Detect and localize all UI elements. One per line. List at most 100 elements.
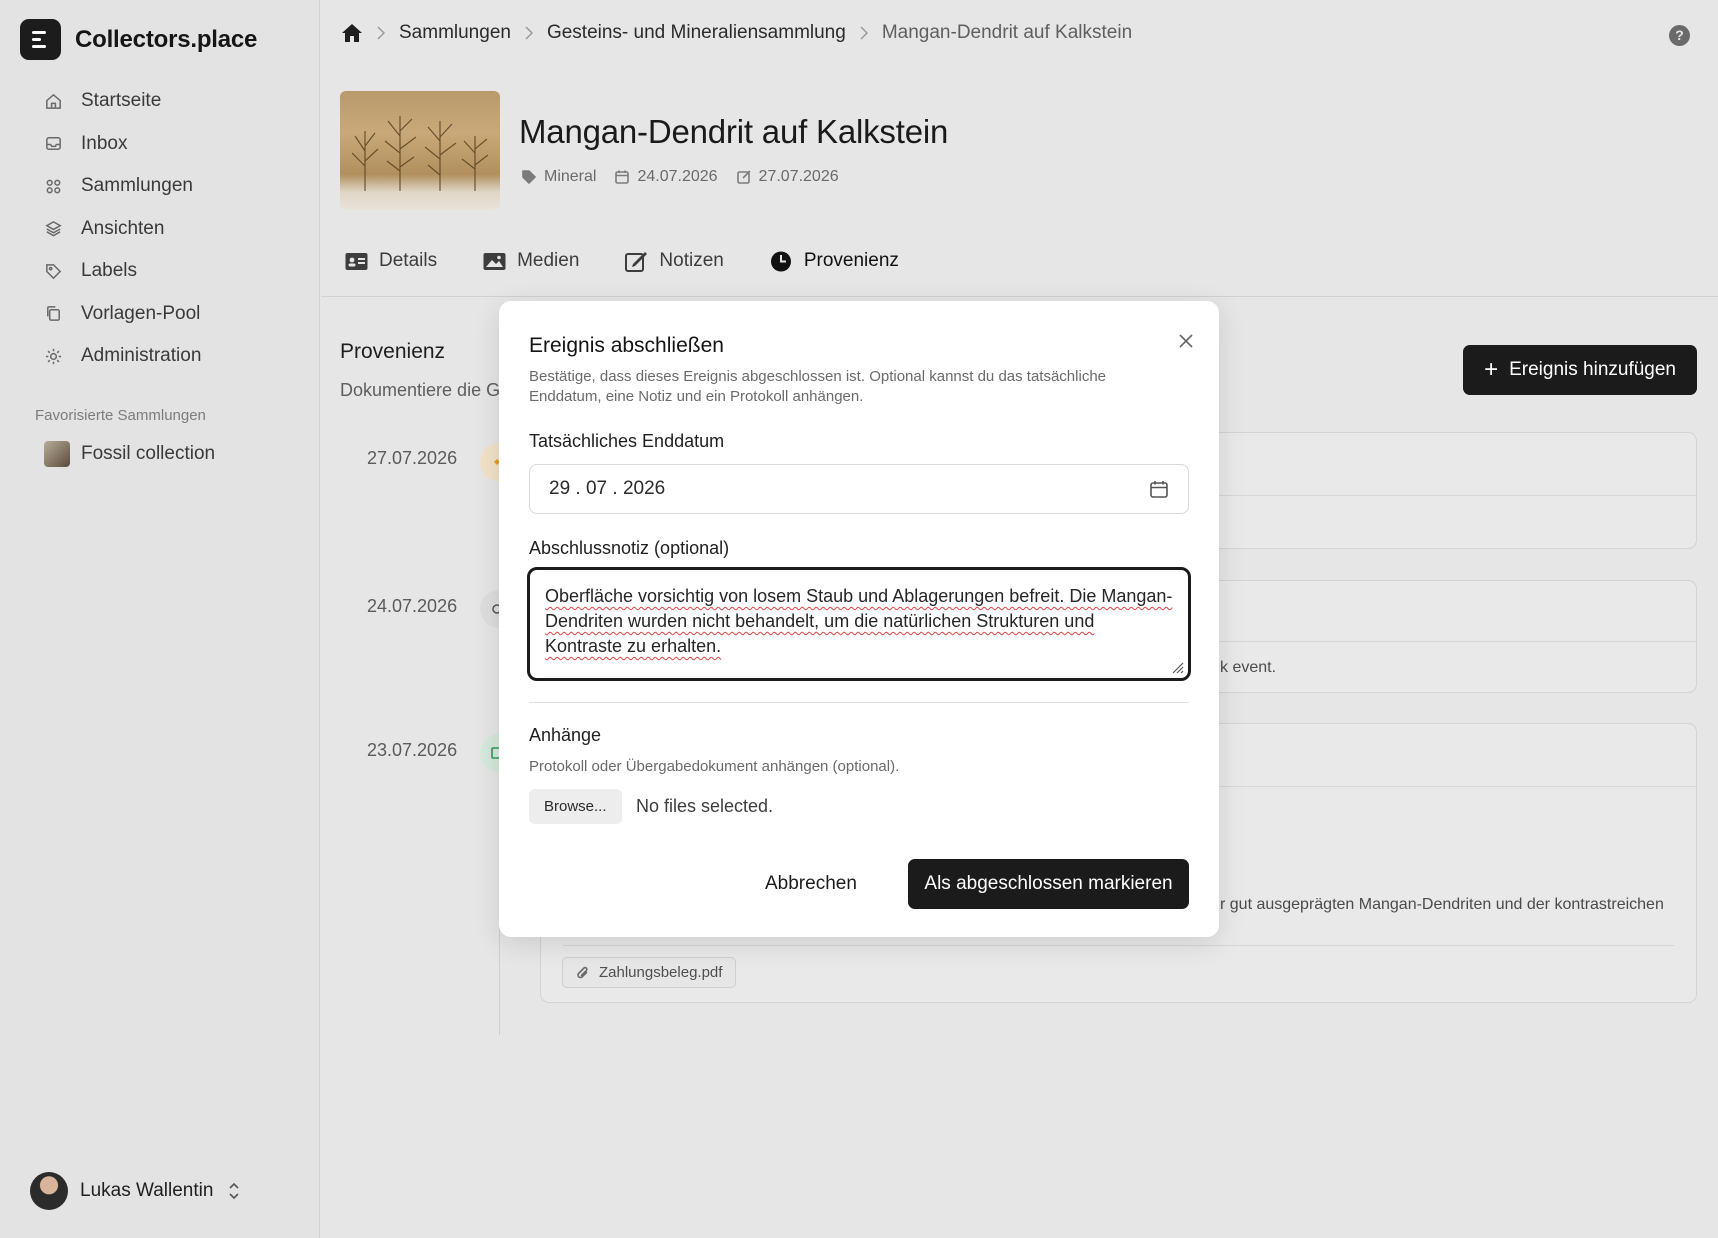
- sidebar-item-label: Vorlagen-Pool: [81, 302, 201, 324]
- tab-medien[interactable]: Medien: [483, 250, 579, 272]
- sidebar-item-label: Administration: [81, 345, 202, 367]
- chevron-right-icon: [525, 26, 533, 40]
- favorite-item-fossil-collection[interactable]: Fossil collection: [44, 441, 215, 467]
- tabs: Details Medien Notizen Provenienz: [345, 250, 945, 272]
- attachment-chip[interactable]: Zahlungsbeleg.pdf: [562, 957, 737, 988]
- breadcrumb-current: Mangan-Dendrit auf Kalkstein: [881, 22, 1133, 43]
- section-title: Provenienz: [340, 340, 446, 363]
- sidebar-item-ansichten[interactable]: Ansichten: [44, 208, 201, 251]
- grid-icon: [46, 179, 61, 194]
- end-date-value: 29 . 07 . 2026: [549, 478, 666, 499]
- brand[interactable]: Collectors.place: [20, 19, 257, 60]
- dialog-description: Bestätige, dass dieses Ereignis abgeschl…: [529, 368, 1107, 405]
- sidebar-item-vorlagen-pool[interactable]: Vorlagen-Pool: [44, 293, 201, 336]
- add-event-button[interactable]: + Ereignis hinzufügen: [1463, 345, 1697, 395]
- tab-label: Provenienz: [803, 250, 899, 271]
- modified-date: 27.07.2026: [736, 168, 839, 186]
- sidebar-nav: Startseite Inbox Sammlungen Ansichten La…: [44, 80, 201, 378]
- tab-label: Details: [379, 250, 438, 271]
- sidebar-item-administration[interactable]: Administration: [44, 335, 201, 378]
- close-icon[interactable]: [1175, 330, 1197, 352]
- calendar-icon[interactable]: [1149, 479, 1169, 499]
- sidebar-item-label: Ansichten: [81, 217, 165, 239]
- timeline-date: 24.07.2026: [367, 596, 458, 616]
- breadcrumb-collection[interactable]: Gesteins- und Mineraliensammlung: [547, 22, 846, 44]
- app-logo-icon: [20, 19, 61, 60]
- breadcrumb: Sammlungen Gesteins- und Mineraliensamml…: [341, 22, 1132, 44]
- created-date: 24.07.2026: [614, 168, 718, 186]
- sidebar-item-sammlungen[interactable]: Sammlungen: [44, 165, 201, 208]
- breadcrumb-sammlungen[interactable]: Sammlungen: [399, 22, 511, 44]
- browse-button[interactable]: Browse...: [529, 789, 622, 824]
- cancel-button[interactable]: Abbrechen: [765, 859, 857, 909]
- avatar: [30, 1172, 68, 1210]
- help-icon[interactable]: ?: [1669, 25, 1690, 46]
- tab-provenienz[interactable]: Provenienz: [770, 250, 899, 272]
- tab-label: Notizen: [659, 250, 724, 271]
- category-badge: Mineral: [521, 168, 596, 186]
- dialog-divider: [529, 702, 1189, 703]
- completion-note-textarea[interactable]: Oberfläche vorsichtig von losem Staub un…: [527, 567, 1191, 681]
- add-event-label: Ereignis hinzufügen: [1509, 359, 1676, 380]
- item-image[interactable]: [340, 91, 500, 210]
- mark-completed-button[interactable]: Als abgeschlossen markieren: [908, 859, 1189, 909]
- tab-label: Medien: [517, 250, 580, 271]
- page-title: Mangan-Dendrit auf Kalkstein: [519, 113, 949, 150]
- sidebar-item-inbox[interactable]: Inbox: [44, 123, 201, 166]
- sidebar-item-label: Sammlungen: [81, 175, 193, 197]
- tab-notizen[interactable]: Notizen: [625, 250, 724, 272]
- event-text: k event.: [1220, 659, 1277, 676]
- chevron-right-icon: [860, 26, 868, 40]
- layers-icon: [45, 221, 62, 237]
- inbox-icon: [46, 137, 61, 151]
- app-name: Collectors.place: [75, 25, 258, 53]
- file-status: No files selected.: [636, 796, 774, 816]
- tab-details[interactable]: Details: [345, 250, 437, 272]
- timeline-date: 27.07.2026: [367, 448, 458, 468]
- attachments-hint: Protokoll oder Übergabedokument anhängen…: [529, 758, 900, 775]
- created-date-value: 24.07.2026: [637, 168, 718, 185]
- item-meta: Mineral 24.07.2026 27.07.2026: [521, 168, 857, 186]
- image-icon: [483, 252, 506, 270]
- date-label: Tatsächliches Enddatum: [529, 431, 725, 451]
- user-name: Lukas Wallentin: [80, 1180, 214, 1201]
- home-icon: [46, 93, 61, 109]
- paperclip-icon: [577, 966, 588, 978]
- dialog-title: Ereignis abschließen: [529, 334, 724, 357]
- tag-icon: [522, 170, 537, 185]
- section-description: Dokumentiere die G: [340, 380, 500, 400]
- card-divider: [563, 945, 1674, 946]
- id-card-icon: [345, 252, 368, 270]
- favorites-heading: Favorisierte Sammlungen: [35, 407, 206, 424]
- resize-handle-icon[interactable]: [1170, 660, 1184, 674]
- edit-icon: [736, 170, 751, 184]
- sidebar-item-labels[interactable]: Labels: [44, 250, 201, 293]
- timeline-date: 23.07.2026: [367, 740, 458, 760]
- sidebar-item-label: Inbox: [81, 132, 128, 154]
- completion-note-value: Oberfläche vorsichtig von losem Staub un…: [545, 586, 1173, 656]
- sidebar-item-startseite[interactable]: Startseite: [44, 80, 201, 123]
- home-icon[interactable]: [341, 23, 363, 43]
- gear-icon: [45, 348, 62, 364]
- end-date-input[interactable]: 29 . 07 . 2026: [529, 464, 1189, 514]
- category-label: Mineral: [544, 168, 597, 185]
- clock-icon: [770, 251, 791, 271]
- attachment-name: Zahlungsbeleg.pdf: [599, 964, 723, 981]
- sidebar-item-label: Labels: [81, 260, 137, 282]
- fossil-collection-thumbnail: [44, 441, 70, 467]
- sidebar-item-label: Startseite: [81, 90, 162, 112]
- calendar-icon: [615, 170, 630, 184]
- attachments-label: Anhänge: [529, 725, 602, 745]
- user-menu[interactable]: Lukas Wallentin: [30, 1172, 241, 1210]
- plus-icon: +: [1484, 356, 1499, 383]
- chevron-right-icon: [377, 26, 385, 40]
- note-label: Abschlussnotiz (optional): [529, 538, 730, 558]
- event-text: r gut ausgeprägten Mangan-Dendriten und …: [1220, 896, 1664, 913]
- edit-icon: [625, 251, 648, 272]
- tabs-divider: [321, 296, 1718, 297]
- favorite-item-label: Fossil collection: [81, 443, 216, 464]
- copy-icon: [47, 306, 60, 322]
- chevron-up-down-icon: [229, 1182, 239, 1200]
- sidebar: Collectors.place Startseite Inbox Sammlu…: [0, 0, 320, 1238]
- tag-icon: [46, 263, 62, 279]
